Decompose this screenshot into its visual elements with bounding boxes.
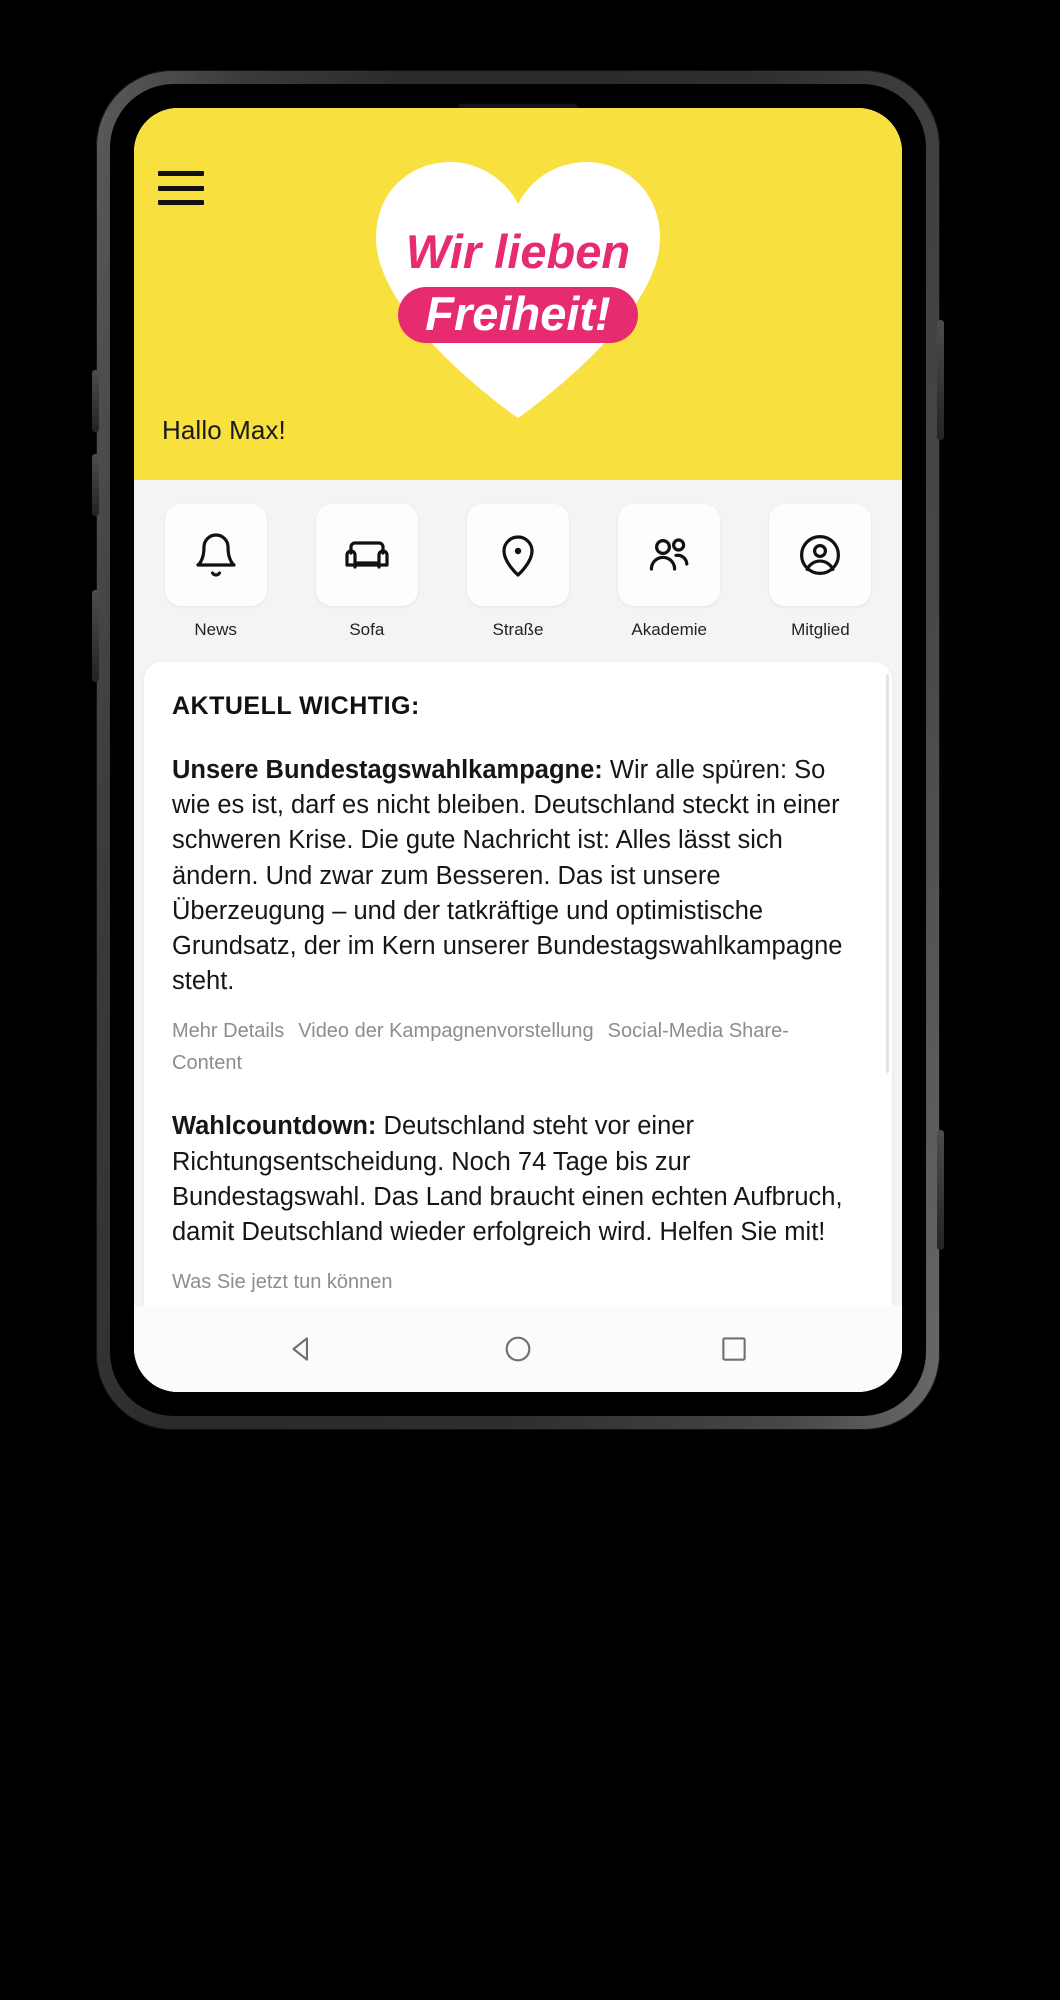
quicknav-item-mitglied[interactable]: Mitglied (751, 504, 890, 640)
back-triangle-icon (292, 1337, 309, 1361)
app-root: Wir lieben Freiheit! Hallo Max! News Sof… (134, 108, 902, 1392)
power-button[interactable] (937, 320, 944, 440)
brand-logo: Wir lieben Freiheit! (134, 156, 902, 424)
user-circle-icon (800, 535, 841, 575)
left-side-button[interactable] (92, 590, 99, 682)
content-area: AKTUELL WICHTIG: Unsere Bundestagswahlka… (134, 650, 902, 1306)
volume-up-button[interactable] (92, 370, 99, 432)
phone-screen: Wir lieben Freiheit! Hallo Max! News Sof… (134, 108, 902, 1392)
quicknav-label: News (194, 620, 237, 639)
home-circle-icon (505, 1336, 531, 1362)
quicknav-label: Akademie (631, 620, 708, 639)
quicknav-item-sofa[interactable]: Sofa (297, 504, 436, 640)
section-links: Was Sie jetzt tun können (172, 1266, 864, 1298)
link-mehr-details[interactable]: Mehr Details (172, 1020, 284, 1042)
volume-down-button[interactable] (92, 454, 99, 516)
bell-icon (195, 533, 236, 577)
map-pin-icon (502, 535, 534, 577)
page-title: AKTUELL WICHTIG: (172, 692, 420, 720)
quicknav-tile (769, 504, 872, 606)
app-header: Wir lieben Freiheit! Hallo Max! (134, 108, 902, 480)
card-scrollbar[interactable] (886, 674, 889, 1074)
news-card: AKTUELL WICHTIG: Unsere Bundestagswahlka… (144, 662, 892, 1306)
people-icon (650, 538, 689, 571)
quicknav-label: Straße (492, 620, 544, 639)
quicknav-item-news[interactable]: News (146, 504, 285, 640)
link-video-kampagnenvorstellung[interactable]: Video der Kampagnenvorstellung (298, 1020, 593, 1042)
section-paragraph: Wahlcountdown: Deutschland steht vor ein… (172, 1109, 864, 1250)
quicknav-tile (315, 504, 418, 606)
android-recents-button[interactable] (717, 1332, 751, 1366)
android-navigation-bar (134, 1306, 902, 1392)
quicknav-label: Sofa (349, 620, 385, 639)
quicknav-tile (164, 504, 267, 606)
recents-square-icon (722, 1337, 746, 1361)
screenshot-stage: Wir lieben Freiheit! Hallo Max! News Sof… (0, 0, 1060, 2000)
section-lead: Unsere Bundestagswahlkampagne: (172, 756, 603, 784)
quick-nav-bar: News Sofa Straße Akademie Mitglied (134, 480, 902, 650)
android-home-button[interactable] (501, 1332, 535, 1366)
android-back-button[interactable] (285, 1332, 319, 1366)
section-body: Wir alle spüren: So wie es ist, darf es … (172, 756, 843, 996)
right-side-button[interactable] (937, 1130, 944, 1250)
section-links: Mehr Details Video der Kampagnenvorstellu… (172, 1015, 864, 1079)
phone-bezel: Wir lieben Freiheit! Hallo Max! News Sof… (110, 84, 926, 1416)
phone-frame: Wir lieben Freiheit! Hallo Max! News Sof… (92, 70, 944, 1430)
section-paragraph: Unsere Bundestagswahlkampagne: Wir alle … (172, 753, 864, 999)
section-lead: Wahlcountdown: (172, 1112, 377, 1141)
quicknav-tile (467, 504, 569, 606)
quicknav-tile (618, 504, 721, 606)
greeting-text: Hallo Max! (162, 415, 286, 445)
sofa-icon (345, 541, 389, 569)
link-was-sie-jetzt-tun-koennen[interactable]: Was Sie jetzt tun können (172, 1271, 393, 1293)
quicknav-item-akademie[interactable]: Akademie (600, 504, 739, 640)
quicknav-item-strasse[interactable]: Straße (448, 504, 587, 640)
heart-icon: Wir lieben Freiheit! (376, 162, 660, 418)
quicknav-label: Mitglied (791, 620, 850, 639)
logo-line-2: Freiheit! (425, 287, 610, 340)
logo-line-1: Wir lieben (406, 225, 630, 278)
